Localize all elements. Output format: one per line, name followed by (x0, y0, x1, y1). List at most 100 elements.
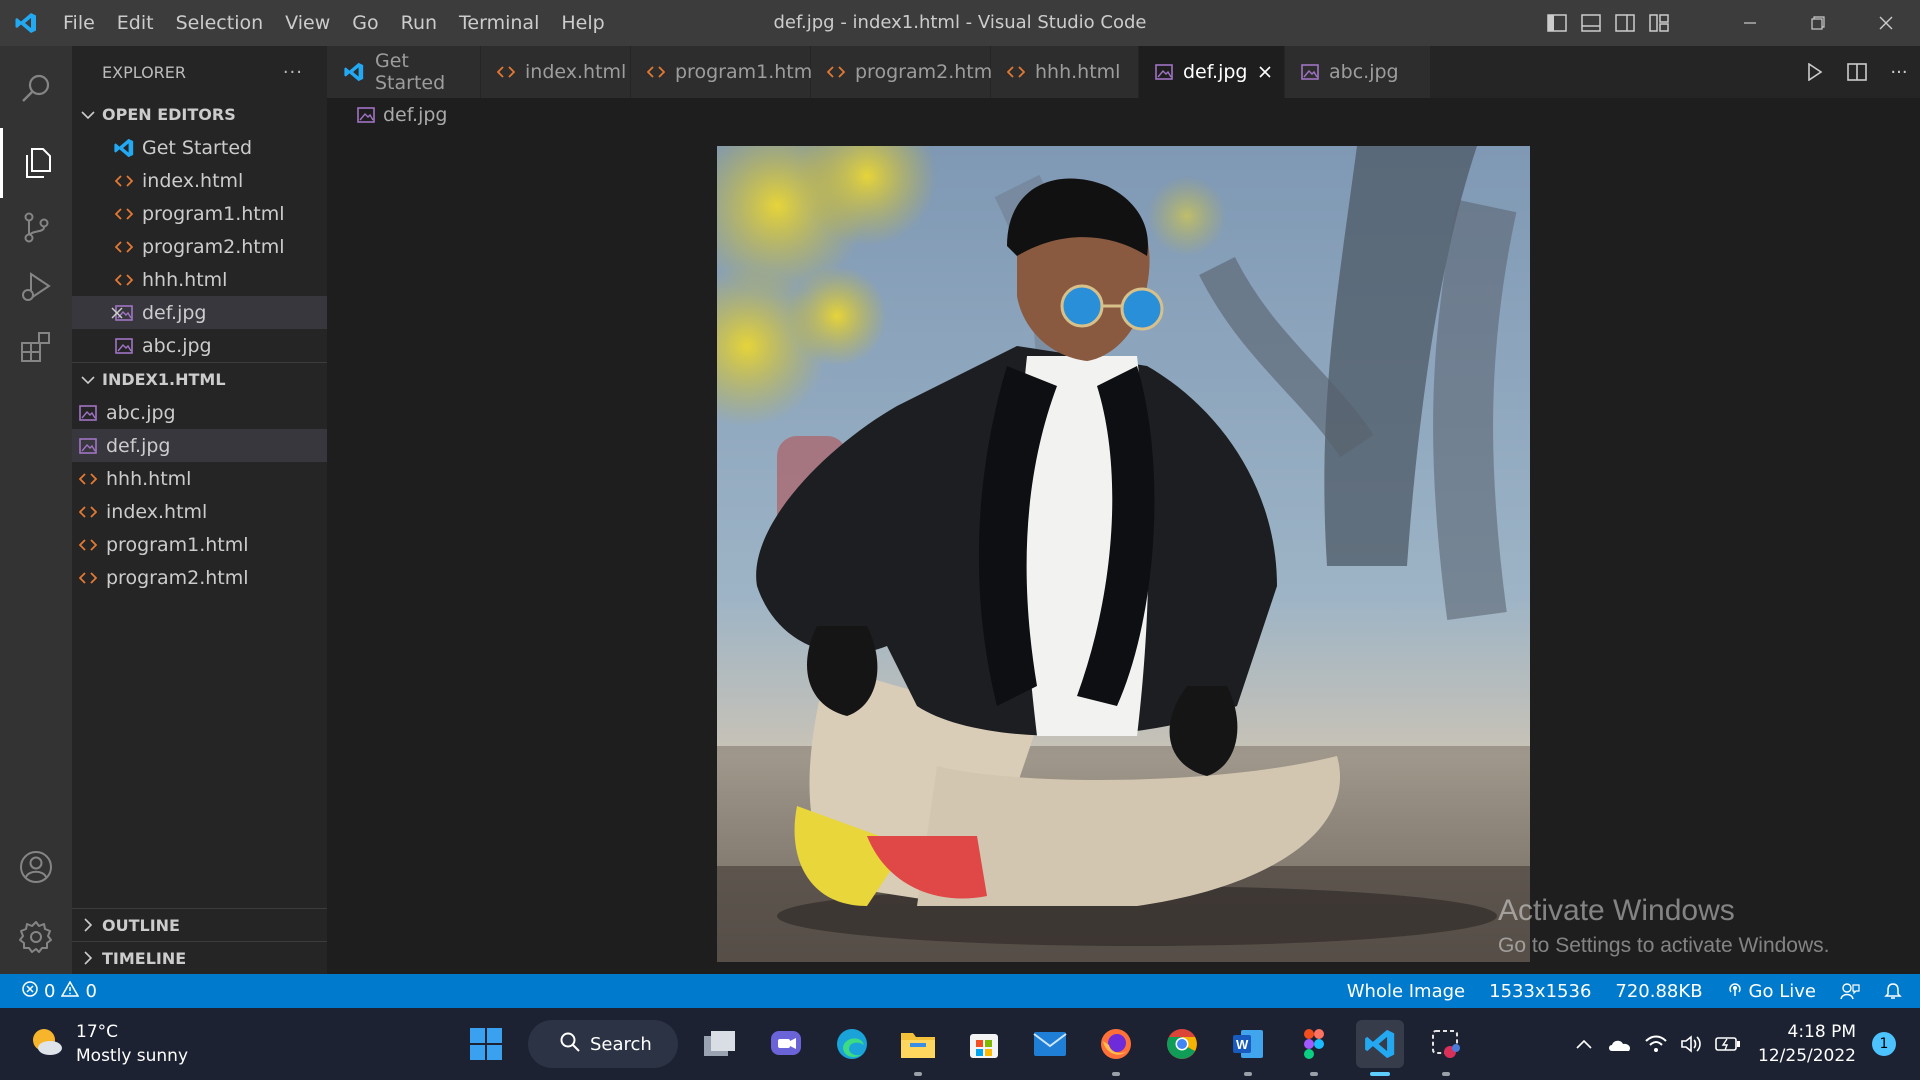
vscode-taskbar-icon[interactable] (1356, 1020, 1404, 1076)
tab-program2-html[interactable]: program2.html (811, 46, 998, 98)
wifi-icon[interactable] (1638, 1034, 1674, 1054)
more-actions-icon[interactable]: ··· (283, 62, 303, 83)
tab-label: abc.jpg (1329, 61, 1399, 83)
restore-button[interactable] (1784, 0, 1852, 46)
notification-badge[interactable]: 1 (1872, 1032, 1896, 1056)
microsoft-store-icon[interactable] (960, 1020, 1008, 1068)
chevron-up-icon[interactable] (1566, 1039, 1602, 1049)
menu-help[interactable]: Help (550, 0, 615, 46)
file-item-index-html[interactable]: index.html (72, 495, 327, 528)
tab-hhh-html[interactable]: hhh.html (991, 46, 1139, 98)
file-label: index.html (142, 169, 244, 192)
problems-indicator[interactable]: 0 0 (0, 979, 97, 1002)
weather-widget[interactable]: 17°C Mostly sunny (28, 1008, 188, 1080)
editor-tabs: Get Started index.html program1.html progra… (327, 46, 1920, 98)
vscode-icon (110, 137, 138, 159)
start-button[interactable] (462, 1020, 510, 1068)
file-item-hhh-html[interactable]: hhh.html (72, 263, 327, 296)
image-size: 720.88KB (1615, 980, 1703, 1002)
tab-index-html[interactable]: index.html (481, 46, 631, 98)
menu-edit[interactable]: Edit (106, 0, 165, 46)
tab-get-started[interactable]: Get Started (327, 46, 481, 98)
snipping-tool-icon[interactable] (1422, 1020, 1470, 1076)
explorer-icon[interactable] (0, 128, 72, 198)
file-item-def-jpg[interactable]: def.jpg (72, 429, 327, 462)
menu-bar: File Edit Selection View Go Run Terminal… (52, 0, 616, 46)
split-editor-icon[interactable] (1836, 46, 1878, 98)
outline-header[interactable]: OUTLINE (72, 908, 327, 941)
taskbar-search[interactable]: Search (528, 1020, 678, 1068)
timeline-header[interactable]: TIMELINE (72, 941, 327, 974)
close-icon[interactable] (1258, 46, 1272, 98)
file-item-abc-jpg[interactable]: abc.jpg (72, 329, 327, 362)
file-label: abc.jpg (142, 334, 212, 357)
tab-program1-html[interactable]: program1.html (631, 46, 818, 98)
more-actions-icon[interactable]: ··· (1878, 46, 1920, 98)
figma-icon[interactable] (1290, 1020, 1338, 1076)
folder-file-list: abc.jpg def.jpg hhh.html index.html program1… (72, 396, 327, 594)
toggle-secondary-sidebar-icon[interactable] (1608, 0, 1642, 46)
outline-title: OUTLINE (102, 915, 180, 935)
tab-def-jpg[interactable]: def.jpg (1139, 46, 1285, 98)
bell-icon[interactable] (1872, 982, 1920, 1000)
file-item-hhh-html[interactable]: hhh.html (72, 462, 327, 495)
zoom-status[interactable]: Whole Image (1335, 981, 1477, 1002)
menu-run[interactable]: Run (390, 0, 448, 46)
preview-image[interactable] (717, 146, 1530, 962)
tab-abc-jpg[interactable]: abc.jpg (1285, 46, 1431, 98)
mail-icon[interactable] (1026, 1020, 1074, 1068)
menu-terminal[interactable]: Terminal (448, 0, 550, 46)
clock[interactable]: 4:18 PM 12/25/2022 (1758, 1020, 1856, 1068)
html-icon (110, 207, 138, 221)
customize-layout-icon[interactable] (1642, 0, 1676, 46)
chat-icon[interactable] (762, 1020, 810, 1068)
file-item-program1-html[interactable]: program1.html (72, 528, 327, 561)
menu-selection[interactable]: Selection (165, 0, 275, 46)
warning-count: 0 (85, 980, 97, 1002)
file-item-program1-html[interactable]: program1.html (72, 197, 327, 230)
folder-header[interactable]: INDEX1.HTML (72, 363, 327, 396)
edge-browser-icon[interactable] (828, 1020, 876, 1068)
close-icon[interactable] (110, 296, 124, 329)
volume-icon[interactable] (1674, 1034, 1710, 1054)
search-icon (560, 1032, 580, 1057)
chevron-right-icon (78, 918, 98, 932)
breadcrumb-file[interactable]: def.jpg (383, 104, 448, 126)
file-item-abc-jpg[interactable]: abc.jpg (72, 396, 327, 429)
extensions-icon[interactable] (0, 312, 72, 382)
close-window-button[interactable] (1852, 0, 1920, 46)
run-icon[interactable] (1794, 46, 1836, 98)
menu-file[interactable]: File (52, 0, 106, 46)
explorer-sidebar: EXPLORER ··· OPEN EDITORS Get Started ind… (72, 46, 327, 974)
file-item-get-started[interactable]: Get Started (72, 131, 327, 164)
weather-condition: Mostly sunny (76, 1046, 189, 1066)
search-icon[interactable] (0, 54, 72, 124)
file-item-def-jpg[interactable]: def.jpg (72, 296, 327, 329)
battery-icon[interactable] (1710, 1036, 1746, 1052)
menu-view[interactable]: View (274, 0, 341, 46)
file-item-index-html[interactable]: index.html (72, 164, 327, 197)
menu-go[interactable]: Go (341, 0, 389, 46)
html-icon (74, 571, 102, 585)
toggle-sidebar-icon[interactable] (1540, 0, 1574, 46)
open-editors-header[interactable]: OPEN EDITORS (72, 98, 327, 131)
html-icon (74, 538, 102, 552)
file-item-program2-html[interactable]: program2.html (72, 561, 327, 594)
settings-gear-icon[interactable] (0, 902, 72, 972)
file-label: program2.html (142, 235, 285, 258)
file-item-program2-html[interactable]: program2.html (72, 230, 327, 263)
go-live-button[interactable]: Go Live (1715, 981, 1828, 1002)
firefox-icon[interactable] (1092, 1020, 1140, 1076)
minimize-button[interactable] (1716, 0, 1784, 46)
html-icon (110, 174, 138, 188)
file-explorer-icon[interactable] (894, 1020, 942, 1076)
task-view-icon[interactable] (696, 1020, 744, 1068)
chrome-icon[interactable] (1158, 1020, 1206, 1068)
onedrive-cloud-icon[interactable] (1602, 1036, 1638, 1052)
toggle-panel-icon[interactable] (1574, 0, 1608, 46)
weather-sun-icon (28, 1024, 64, 1064)
word-icon[interactable]: W (1224, 1020, 1272, 1076)
feedback-icon[interactable] (1828, 982, 1872, 1000)
file-label: hhh.html (142, 268, 228, 291)
accounts-icon[interactable] (0, 832, 72, 902)
